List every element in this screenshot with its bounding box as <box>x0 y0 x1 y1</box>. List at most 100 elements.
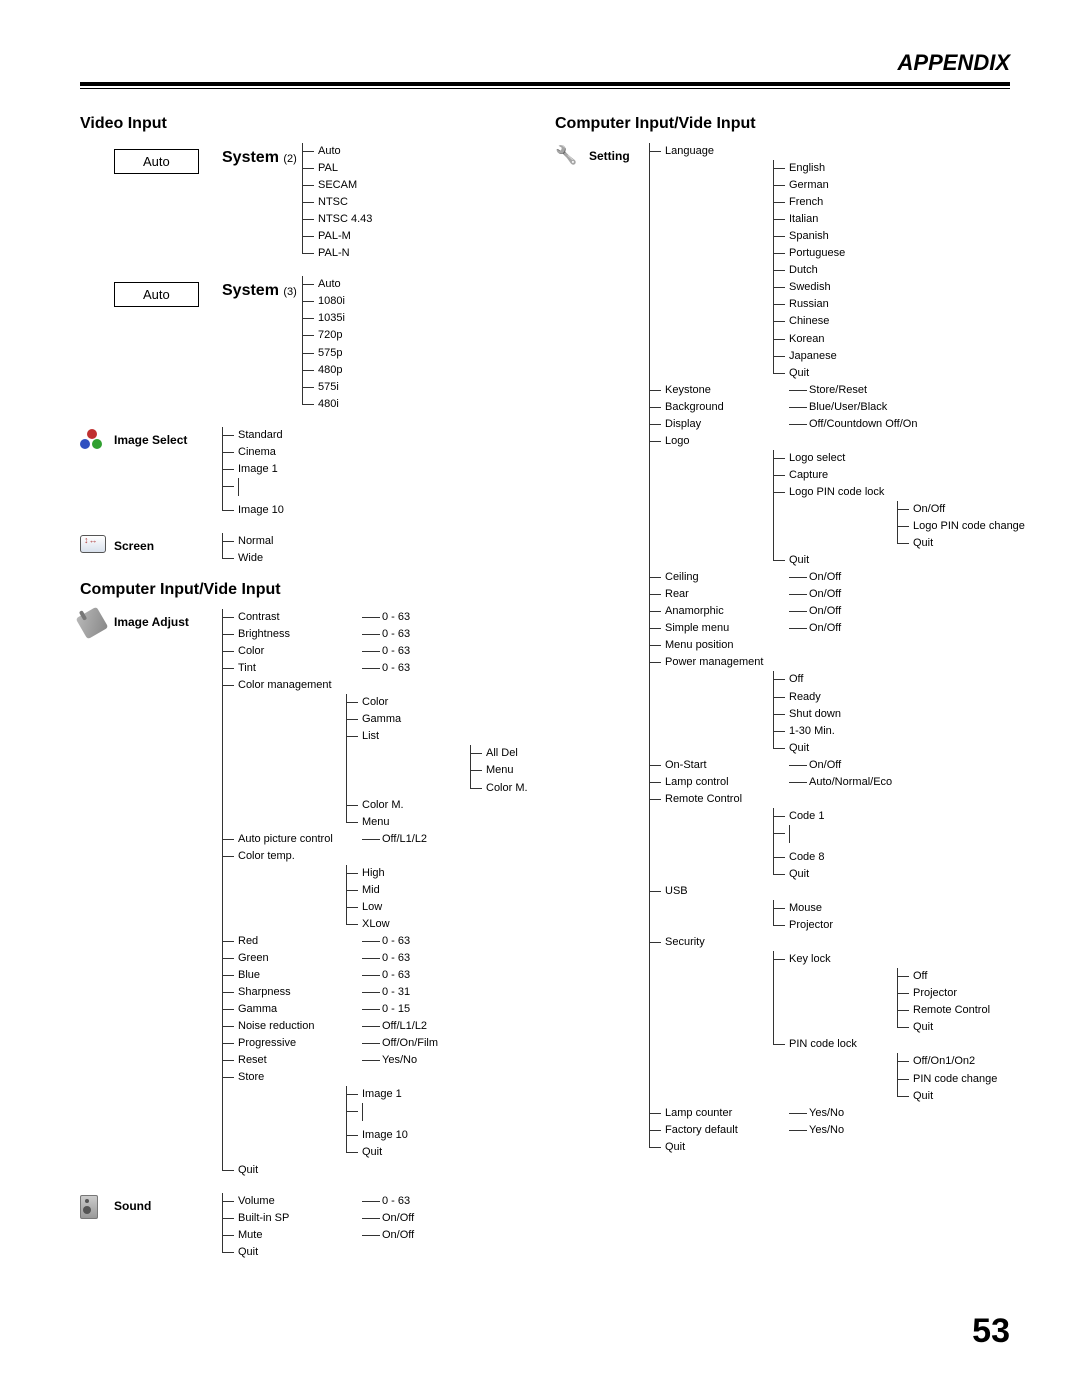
tree-node-label: Volume <box>236 1193 356 1210</box>
tree-node: Quit <box>773 365 1031 382</box>
image-adjust-tree: Contrast0 - 63Brightness0 - 63Color0 - 6… <box>222 609 604 1179</box>
image-adjust-icon <box>76 607 109 640</box>
tree-node: ListAll DelMenuColor M. <box>346 728 604 796</box>
tree-node-value: On/Off <box>789 757 841 774</box>
tree-node-label: Quit <box>236 1244 356 1261</box>
tree-node: 720p <box>302 327 345 344</box>
tree-node: Color managementColorGammaListAll DelMen… <box>222 677 604 830</box>
tree-node: PAL-N <box>302 245 372 262</box>
tree-node: Quit <box>649 1139 1031 1156</box>
tree-node-label: Code 8 <box>787 849 907 866</box>
tree-node: 575p <box>302 345 345 362</box>
tree-node-label: 480p <box>316 362 342 379</box>
tree-node-value: 0 - 63 <box>362 626 410 643</box>
tree-node-label: Color M. <box>484 780 604 797</box>
tree-node: Mouse <box>773 900 1031 917</box>
tree-node-label: Quit <box>787 552 907 569</box>
tree-node-value: Yes/No <box>362 1052 417 1069</box>
tree-node: Logo select <box>773 450 1031 467</box>
tree-node-value: Auto/Normal/Eco <box>789 774 892 791</box>
system3-note: (3) <box>283 286 296 298</box>
tree-node-label: XLow <box>360 916 480 933</box>
tree-node: RearOn/Off <box>649 586 1031 603</box>
ci-title-right: Computer Input/Vide Input <box>555 115 1010 133</box>
tree-node: Standard <box>222 427 284 444</box>
screen-block: Screen NormalWide <box>80 533 535 567</box>
tree-node-label: Off <box>911 968 1031 985</box>
tree-node: Low <box>346 899 604 916</box>
tree-node: Lamp control Auto/Normal/Eco <box>649 774 1031 791</box>
tree-node: LogoLogo selectCaptureLogo PIN code lock… <box>649 433 1031 569</box>
tree-node: Auto <box>302 276 345 293</box>
tree-node: Quit <box>773 740 1031 757</box>
tree-node: Projector <box>897 985 1031 1002</box>
tree-node-label: Logo select <box>787 450 907 467</box>
tree-node-label: Cinema <box>236 444 276 461</box>
tree-node: Quit <box>346 1144 604 1161</box>
tree-node-label: Quit <box>787 740 907 757</box>
tree-node: AnamorphicOn/Off <box>649 603 1031 620</box>
tree-node: Red0 - 63 <box>222 933 604 950</box>
tree-node: PAL-M <box>302 228 372 245</box>
tree-node: Logo PIN code lockOn/OffLogo PIN code ch… <box>773 484 1031 552</box>
system3-label: System <box>222 282 279 299</box>
tree-node-label: Quit <box>911 1088 1031 1105</box>
tree-node-label: Portuguese <box>787 245 907 262</box>
tree-node: Remote Control <box>897 1002 1031 1019</box>
tree-node-label <box>787 825 907 849</box>
tree-node: Factory defaultYes/No <box>649 1122 1031 1139</box>
tree-node: Menu <box>346 814 604 831</box>
tree-node: Mid <box>346 882 604 899</box>
system3-tree: Auto1080i1035i720p575p480p575i480i <box>302 276 345 412</box>
tree-node-label: PAL-N <box>316 245 350 262</box>
tree-node-label: Noise reduction <box>236 1018 356 1035</box>
tree-node-label: Gamma <box>360 711 480 728</box>
tree-node: Built-in SPOn/Off <box>222 1210 414 1227</box>
tree-node: Gamma <box>346 711 604 728</box>
tree-node-label: Keystone <box>663 382 783 399</box>
tree-node-label: Off/On1/On2 <box>911 1053 1031 1070</box>
tree-node-label: Russian <box>787 296 907 313</box>
tree-node-label: Green <box>236 950 356 967</box>
tree-node-label: NTSC <box>316 194 348 211</box>
rule-thick <box>80 82 1010 86</box>
tree-node: Italian <box>773 211 1031 228</box>
tree-node: Japanese <box>773 348 1031 365</box>
tree-node-label: Projector <box>911 985 1031 1002</box>
tree-node-label: Low <box>360 899 480 916</box>
setting-block: Setting LanguageEnglishGermanFrenchItali… <box>555 143 1010 1156</box>
tree-node-value: 0 - 63 <box>362 1193 410 1210</box>
page-number: 53 <box>972 1312 1010 1351</box>
tree-node-value: On/Off <box>789 569 841 586</box>
tree-node: Color temp.HighMidLowXLow <box>222 848 604 933</box>
tree-node: PIN code change <box>897 1071 1031 1088</box>
image-select-block: Image Select StandardCinemaImage 1Image … <box>80 427 535 519</box>
tree-node-label: Remote Control <box>911 1002 1031 1019</box>
tree-node: Off/On1/On2 <box>897 1053 1031 1070</box>
tree-node-value: On/Off <box>789 603 841 620</box>
tree-node-label: German <box>787 177 907 194</box>
tree-node-value: 0 - 63 <box>362 933 410 950</box>
tree-node-label: Color <box>360 694 480 711</box>
system3-block: Auto System (3) Auto1080i1035i720p575p48… <box>80 276 535 412</box>
tree-node-label: Swedish <box>787 279 907 296</box>
tree-node-label: PAL-M <box>316 228 351 245</box>
tree-node: PIN code lockOff/On1/On2PIN code changeQ… <box>773 1036 1031 1104</box>
tree-node-label: Korean <box>787 331 907 348</box>
tree-node-label: Lamp control <box>663 774 783 791</box>
tree-node: Lamp counterYes/No <box>649 1105 1031 1122</box>
tree-node-label <box>236 478 239 502</box>
tree-node-label: NTSC 4.43 <box>316 211 372 228</box>
tree-node-label: High <box>360 865 480 882</box>
tree-node-value: Yes/No <box>789 1122 844 1139</box>
tree-node-value: Blue/User/Black <box>789 399 887 416</box>
tree-node-label: Dutch <box>787 262 907 279</box>
tree-node: Sharpness0 - 31 <box>222 984 604 1001</box>
tree-node-value: 0 - 31 <box>362 984 410 1001</box>
tree-node: Quit <box>222 1162 604 1179</box>
tree-node-value: On/Off <box>362 1210 414 1227</box>
tree-node: Normal <box>222 533 273 550</box>
auto-box-1: Auto <box>114 149 199 174</box>
sound-label: Sound <box>114 1193 222 1213</box>
tree-node: Chinese <box>773 313 1031 330</box>
